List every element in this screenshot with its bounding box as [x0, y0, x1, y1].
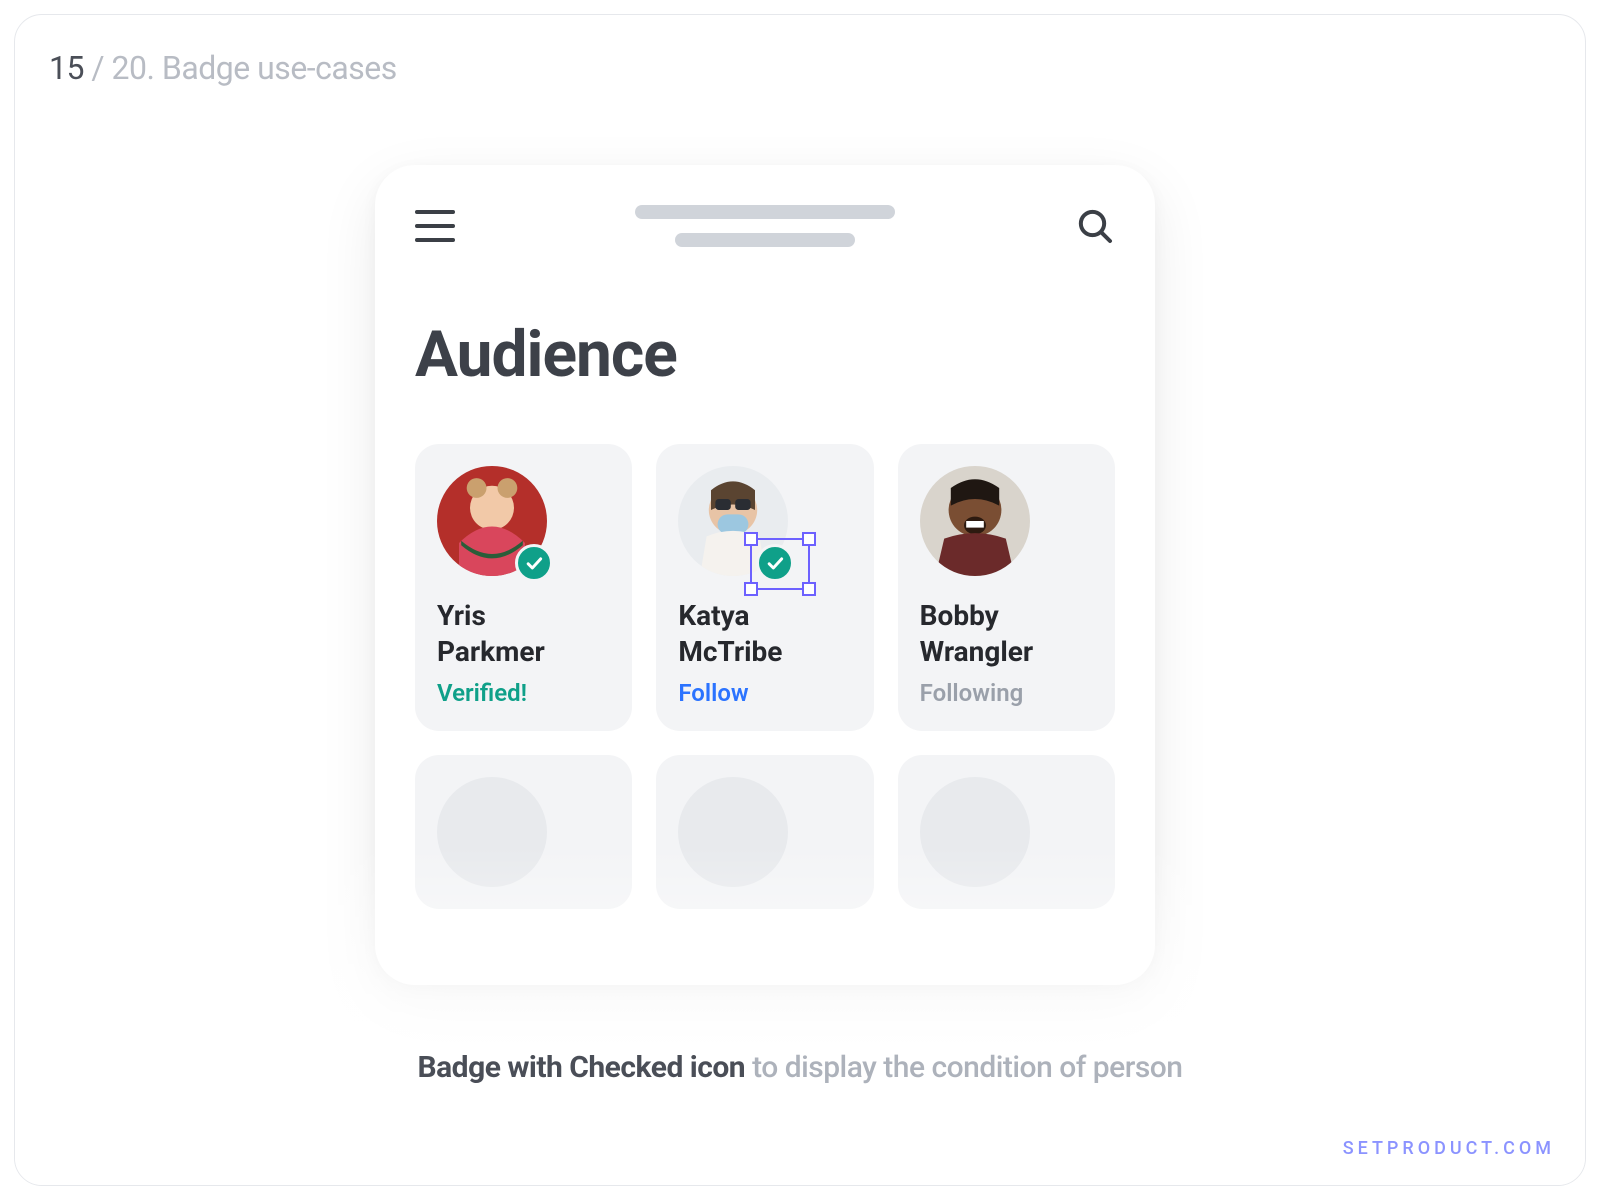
- audience-card[interactable]: Bobby Wrangler Following: [898, 444, 1115, 731]
- skeleton-line: [635, 205, 895, 219]
- phone-mockup: Audience: [375, 165, 1155, 985]
- audience-card-placeholder: [898, 755, 1115, 909]
- search-icon[interactable]: [1075, 206, 1115, 246]
- skeleton-line: [675, 233, 855, 247]
- audience-card[interactable]: Yris Parkmer Verified!: [415, 444, 632, 731]
- caption-strong: Badge with Checked icon: [417, 1050, 745, 1085]
- brand-watermark: SETPRODUCT.COM: [1343, 1138, 1555, 1159]
- avatar-wrap: [437, 466, 547, 576]
- audience-card-placeholder: [415, 755, 632, 909]
- avatar-wrap: [678, 466, 788, 576]
- hamburger-menu-icon[interactable]: [415, 210, 455, 242]
- person-name: Yris Parkmer: [437, 598, 610, 671]
- breadcrumb-current: 15: [49, 49, 84, 87]
- status-verified: Verified!: [437, 679, 610, 707]
- breadcrumb-rest: 20. Badge use-cases: [112, 49, 397, 87]
- follow-button[interactable]: Follow: [678, 679, 851, 707]
- breadcrumb-sep: /: [84, 49, 112, 87]
- caption-rest: to display the condition of person: [745, 1050, 1182, 1085]
- avatar-wrap: [920, 466, 1030, 576]
- status-following: Following: [920, 679, 1093, 707]
- person-name: Bobby Wrangler: [920, 598, 1093, 671]
- audience-grid: Yris Parkmer Verified!: [415, 444, 1115, 909]
- presentation-frame: 15 / 20. Badge use-cases Audience: [14, 14, 1586, 1186]
- verified-check-icon: [756, 544, 794, 582]
- avatar-skeleton: [678, 777, 788, 887]
- caption: Badge with Checked icon to display the c…: [15, 1050, 1585, 1085]
- audience-card[interactable]: Katya McTribe Follow: [656, 444, 873, 731]
- audience-card-placeholder: [656, 755, 873, 909]
- verified-check-icon: [515, 544, 553, 582]
- page-title: Audience: [415, 317, 1115, 392]
- avatar-skeleton: [437, 777, 547, 887]
- person-name: Katya McTribe: [678, 598, 851, 671]
- breadcrumb: 15 / 20. Badge use-cases: [49, 49, 397, 87]
- app-topbar: [415, 205, 1115, 247]
- avatar-skeleton: [920, 777, 1030, 887]
- title-skeleton: [455, 205, 1075, 247]
- avatar: [920, 466, 1030, 576]
